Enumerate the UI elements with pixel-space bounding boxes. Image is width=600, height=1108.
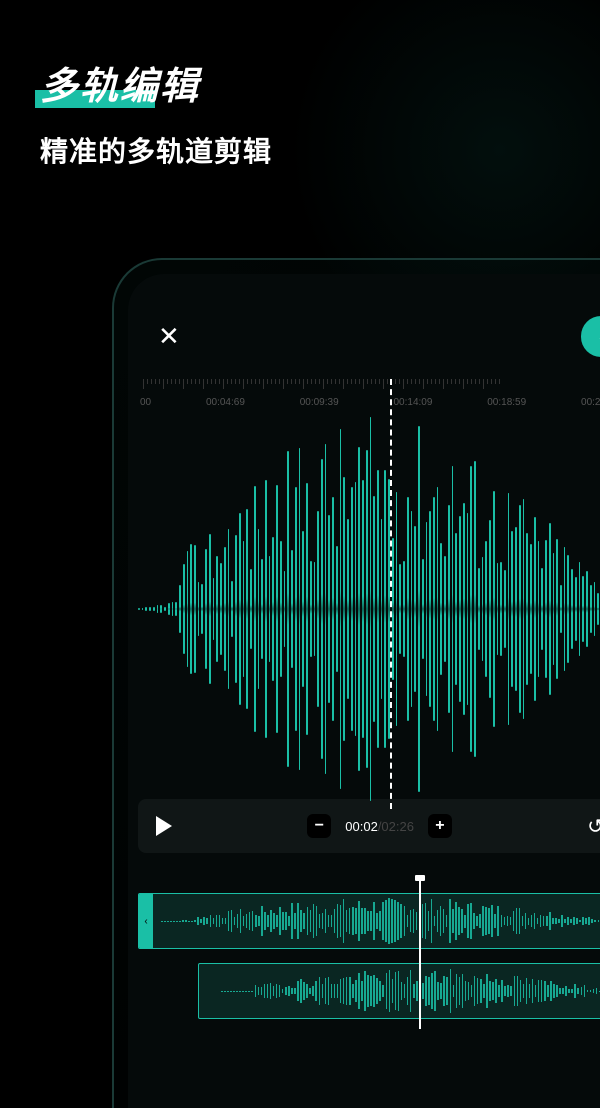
step-back-button[interactable]: − [307, 814, 331, 838]
ruler-labels: 00 00:04:69 00:09:39 00:14:09 00:18:59 00:23:… [138, 391, 600, 408]
ruler-label: 00:04:69 [206, 397, 245, 408]
close-button[interactable]: ✕ [158, 321, 180, 352]
ruler-label: 00:18:59 [487, 397, 526, 408]
timeline-ruler[interactable]: 00 00:04:69 00:09:39 00:14:09 00:18:59 00:23:… [138, 379, 600, 419]
track-handle-icon[interactable]: ‹ [139, 894, 153, 948]
promo-subtitle: 精准的多轨道剪辑 [40, 130, 560, 170]
time-current: 00:02 [345, 819, 378, 834]
export-button[interactable]: 导 [581, 316, 600, 357]
editor-screen: ✕ 导 0000:04:6900:09:3900:14:0900:18:5900… [128, 274, 600, 1108]
editor-topbar: ✕ 导 [128, 274, 600, 379]
multitrack-area: ‹ [138, 893, 600, 1019]
promo-header: 多轨编辑 精准的多轨道剪辑 [0, 0, 600, 190]
time-total: /02:26 [378, 819, 414, 834]
transport-controls: − 00:02/02:26 + ↺ [138, 799, 600, 853]
step-forward-button[interactable]: + [428, 814, 452, 838]
track-row[interactable] [198, 963, 600, 1019]
ruler-label: 00:14:09 [393, 397, 432, 408]
main-waveform[interactable] [138, 439, 600, 779]
promo-title: 多轨编辑 [40, 55, 200, 110]
playhead[interactable] [390, 379, 392, 809]
time-display: 00:02/02:26 [345, 819, 414, 834]
ruler-label: 00 [140, 397, 151, 408]
play-button[interactable] [156, 816, 172, 836]
track-row[interactable]: ‹ [138, 893, 600, 949]
tracks-playhead[interactable] [419, 878, 421, 1029]
reset-button[interactable]: ↺ [587, 814, 600, 839]
device-frame: ✕ 导 0000:04:6900:09:3900:14:0900:18:5900… [112, 258, 600, 1108]
ruler-label: 00:23:49 [581, 397, 600, 408]
ruler-label: 00:09:39 [300, 397, 339, 408]
